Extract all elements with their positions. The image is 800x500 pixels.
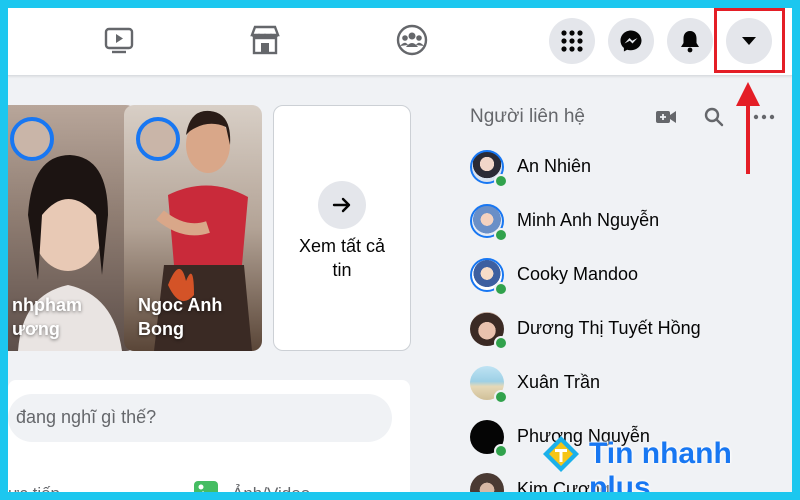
watermark-logo	[543, 436, 579, 472]
contact-name: Cooky Mandoo	[517, 264, 639, 284]
see-all-stories-label: Xem tất cả tin	[298, 236, 386, 280]
story-name: nhpham ương	[12, 295, 82, 339]
live-video-button[interactable]: ực tiếp	[8, 484, 60, 492]
contact-item[interactable]: Cooky Mandoo	[470, 258, 790, 298]
online-status-dot	[494, 282, 508, 296]
contact-name: An Nhiên	[517, 156, 592, 176]
watermark-text: Tin nhanh plus	[589, 437, 732, 492]
story-name: Ngoc Anh Bong	[138, 295, 223, 339]
contact-item[interactable]: Dương Thị Tuyết Hồng	[470, 312, 790, 352]
marketplace-icon[interactable]	[241, 20, 289, 60]
messenger-icon	[620, 30, 642, 52]
contact-name: Xuân Trần	[517, 372, 601, 392]
video-icon[interactable]	[95, 20, 143, 60]
composer-placeholder: đang nghĩ gì thế?	[16, 407, 157, 427]
top-navigation-bar	[8, 8, 792, 76]
story-avatar	[136, 117, 180, 161]
avatar	[470, 473, 504, 492]
contacts-title: Người liên hệ	[470, 106, 585, 127]
annotation-arrow-head	[736, 82, 760, 106]
see-all-stories-card[interactable]: Xem tất cả tin	[273, 105, 411, 351]
more-icon[interactable]	[752, 106, 776, 128]
notifications-button[interactable]	[667, 18, 713, 64]
contact-item[interactable]: Minh Anh Nguyễn	[470, 204, 790, 244]
apps-grid-button[interactable]	[549, 18, 595, 64]
messenger-button[interactable]	[608, 18, 654, 64]
photo-video-icon	[193, 480, 219, 492]
story-card[interactable]: Ngoc Anh Bong	[124, 105, 262, 351]
online-status-dot	[494, 228, 508, 242]
post-composer: đang nghĩ gì thế? ực tiếp Ảnh/Video	[8, 380, 410, 492]
online-status-dot	[494, 390, 508, 404]
watermark: Tin nhanh plus	[541, 431, 781, 492]
groups-icon[interactable]	[388, 20, 436, 60]
photo-video-button[interactable]: Ảnh/Video	[232, 484, 310, 492]
notifications-icon	[681, 31, 699, 53]
contact-item[interactable]: An Nhiên	[470, 150, 790, 190]
online-status-dot	[494, 336, 508, 350]
apps-grid-icon	[561, 30, 583, 52]
contact-name: Dương Thị Tuyết Hồng	[517, 318, 701, 338]
facebook-window: nhpham ương Ngoc Anh Bong Xem tất cả tin…	[8, 8, 792, 492]
search-icon[interactable]	[702, 106, 726, 128]
story-avatar	[10, 117, 54, 161]
online-status-dot	[494, 444, 508, 458]
contact-item[interactable]: Xuân Trần	[470, 366, 790, 406]
composer-input[interactable]: đang nghĩ gì thế?	[8, 394, 392, 442]
contact-name: Minh Anh Nguyễn	[517, 210, 660, 230]
online-status-dot	[494, 174, 508, 188]
dropdown-highlight-box	[714, 8, 785, 73]
story-card[interactable]: nhpham ương	[8, 105, 136, 351]
new-room-icon[interactable]	[654, 106, 678, 128]
arrow-right-icon	[318, 181, 366, 229]
